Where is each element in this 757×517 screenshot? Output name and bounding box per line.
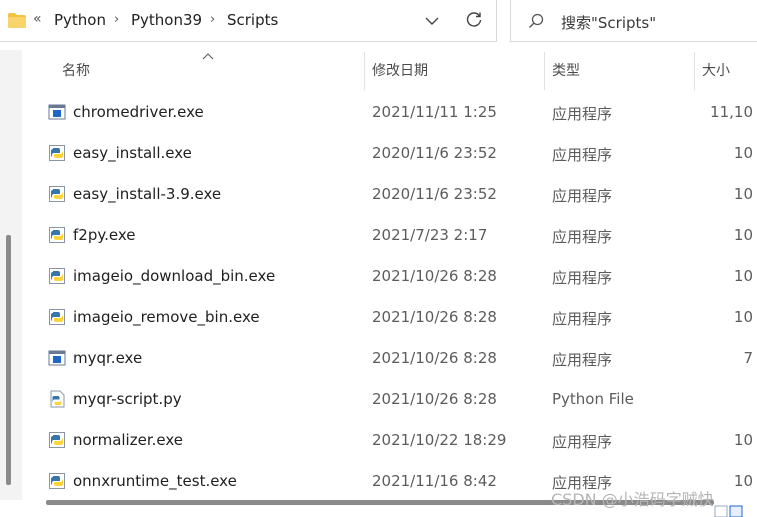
column-header-name[interactable]: 名称	[62, 60, 90, 80]
breadcrumb-separator[interactable]: ›	[210, 12, 215, 27]
file-name: f2py.exe	[73, 226, 136, 244]
file-modified-date: 2021/11/11 1:25	[372, 103, 497, 121]
file-type: Python File	[552, 390, 634, 408]
python-exe-icon	[48, 185, 66, 203]
file-name: myqr.exe	[73, 349, 143, 367]
refresh-icon[interactable]	[465, 11, 483, 29]
python-exe-icon	[48, 267, 66, 285]
file-type: 应用程序	[552, 269, 613, 287]
python-exe-icon	[48, 144, 66, 162]
file-row[interactable]: easy_install-3.9.exe 2020/11/6 23:52 应用程序 1…	[40, 174, 757, 215]
breadcrumb-python[interactable]: Python	[54, 11, 106, 29]
python-exe-icon	[48, 431, 66, 449]
file-size: 10	[733, 472, 753, 490]
file-type: 应用程序	[552, 146, 613, 164]
search-input[interactable]: 搜索"Scripts"	[561, 12, 656, 33]
file-type: 应用程序	[552, 105, 613, 123]
view-toggle-icon[interactable]	[714, 500, 754, 517]
file-row[interactable]: easy_install.exe 2020/11/6 23:52 应用程序 10	[40, 133, 757, 174]
column-divider[interactable]	[694, 52, 695, 90]
folder-icon	[8, 13, 26, 28]
file-modified-date: 2021/7/23 2:17	[372, 226, 488, 244]
file-name: imageio_remove_bin.exe	[73, 308, 260, 326]
file-row[interactable]: myqr-script.py 2021/10/26 8:28 Python File	[40, 379, 757, 420]
sort-ascending-icon	[202, 53, 214, 60]
file-modified-date: 2021/10/26 8:28	[372, 349, 497, 367]
file-size: 10	[733, 226, 753, 244]
file-modified-date: 2021/10/22 18:29	[372, 431, 507, 449]
breadcrumb-scripts[interactable]: Scripts	[227, 11, 278, 29]
file-size: 10	[733, 431, 753, 449]
chevron-down-icon[interactable]	[424, 13, 440, 29]
file-name: normalizer.exe	[73, 431, 183, 449]
breadcrumb-python39[interactable]: Python39	[131, 11, 202, 29]
exe-window-icon	[48, 103, 66, 121]
file-row[interactable]: f2py.exe 2021/7/23 2:17 应用程序 10	[40, 215, 757, 256]
navigation-pane[interactable]	[0, 50, 22, 500]
file-type: 应用程序	[552, 228, 613, 246]
file-row[interactable]: normalizer.exe 2021/10/22 18:29 应用程序 10	[40, 420, 757, 461]
column-header-type[interactable]: 类型	[552, 60, 580, 80]
file-type: 应用程序	[552, 310, 613, 328]
exe-window-icon	[48, 349, 66, 367]
file-size: 10	[733, 267, 753, 285]
file-name: myqr-script.py	[73, 390, 182, 408]
file-name: imageio_download_bin.exe	[73, 267, 276, 285]
file-modified-date: 2021/10/26 8:28	[372, 390, 497, 408]
watermark: CSDN @小浩码字贼快	[551, 490, 714, 509]
file-name: easy_install-3.9.exe	[73, 185, 222, 203]
nav-scrollbar-thumb[interactable]	[6, 235, 11, 485]
file-size: 10	[733, 308, 753, 326]
python-exe-icon	[48, 226, 66, 244]
file-modified-date: 2021/10/26 8:28	[372, 308, 497, 326]
column-header-date[interactable]: 修改日期	[372, 60, 428, 80]
column-header-size[interactable]: 大小	[702, 60, 730, 80]
search-icon	[529, 13, 544, 28]
file-size: 10	[733, 185, 753, 203]
file-row[interactable]: imageio_download_bin.exe 2021/10/26 8:28 应…	[40, 256, 757, 297]
file-size: 10	[733, 144, 753, 162]
breadcrumb-overflow[interactable]: «	[33, 11, 42, 27]
file-modified-date: 2020/11/6 23:52	[372, 144, 497, 162]
file-row[interactable]: myqr.exe 2021/10/26 8:28 应用程序 7	[40, 338, 757, 379]
python-file-icon	[48, 390, 66, 408]
file-name: onnxruntime_test.exe	[73, 472, 237, 490]
column-divider[interactable]	[544, 52, 545, 90]
file-modified-date: 2021/11/16 8:42	[372, 472, 497, 490]
file-row[interactable]: chromedriver.exe 2021/11/11 1:25 应用程序 11,10	[40, 92, 757, 133]
python-exe-icon	[48, 308, 66, 326]
file-name: chromedriver.exe	[73, 103, 204, 121]
column-divider[interactable]	[364, 52, 365, 90]
file-type: 应用程序	[552, 187, 613, 205]
file-modified-date: 2020/11/6 23:52	[372, 185, 497, 203]
file-type: 应用程序	[552, 351, 613, 369]
file-size: 11,10	[710, 103, 753, 121]
file-row[interactable]: imageio_remove_bin.exe 2021/10/26 8:28 应用程…	[40, 297, 757, 338]
python-exe-icon	[48, 472, 66, 490]
file-name: easy_install.exe	[73, 144, 192, 162]
breadcrumb-separator[interactable]: ›	[114, 12, 119, 27]
file-modified-date: 2021/10/26 8:28	[372, 267, 497, 285]
file-type: 应用程序	[552, 433, 613, 451]
file-size: 7	[743, 349, 753, 367]
